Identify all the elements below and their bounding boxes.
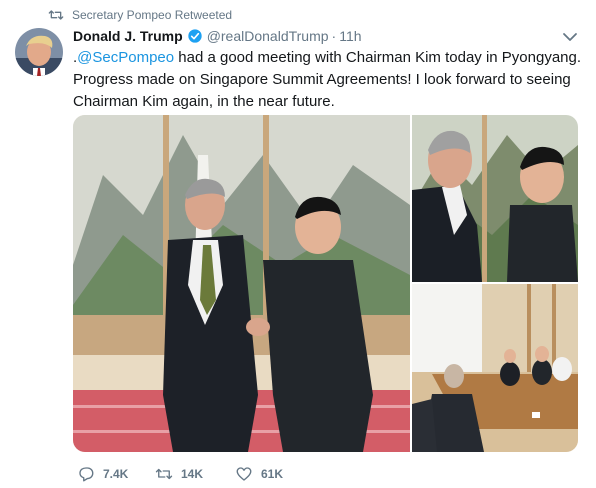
chevron-down-icon[interactable] xyxy=(561,30,579,44)
author-name[interactable]: Donald J. Trump xyxy=(73,28,183,44)
reply-button[interactable]: 7.4K xyxy=(77,465,155,483)
like-button[interactable]: 61K xyxy=(235,465,315,483)
reply-count: 7.4K xyxy=(103,467,129,481)
retweet-icon xyxy=(48,10,64,20)
heart-icon xyxy=(236,467,252,481)
avatar[interactable] xyxy=(15,28,63,76)
tweet-timestamp[interactable]: 11h xyxy=(339,28,361,44)
tweet-header: Donald J. Trump @realDonaldTrump · 11h xyxy=(73,25,362,47)
like-count: 61K xyxy=(261,467,284,481)
retweet-label: Secretary Pompeo Retweeted xyxy=(72,8,233,22)
retweet-button[interactable]: 14K xyxy=(155,465,235,483)
author-handle[interactable]: @realDonaldTrump xyxy=(207,28,329,44)
verified-badge-icon xyxy=(188,29,202,43)
retweet-context[interactable]: Secretary Pompeo Retweeted xyxy=(48,5,232,25)
photo-top-right[interactable] xyxy=(412,115,578,282)
separator-dot: · xyxy=(331,28,337,44)
reply-icon xyxy=(79,467,94,482)
tweet-actions: 7.4K 14K 61K xyxy=(77,463,315,485)
mention-link[interactable]: @SecPompeo xyxy=(77,49,174,66)
photo-main[interactable] xyxy=(73,115,410,452)
retweet-count: 14K xyxy=(181,467,204,481)
media-grid xyxy=(73,115,578,452)
photo-bottom-right[interactable] xyxy=(412,284,578,452)
retweet-action-icon xyxy=(155,468,173,480)
tweet-text: .@SecPompeo had a good meeting with Chai… xyxy=(73,47,583,113)
